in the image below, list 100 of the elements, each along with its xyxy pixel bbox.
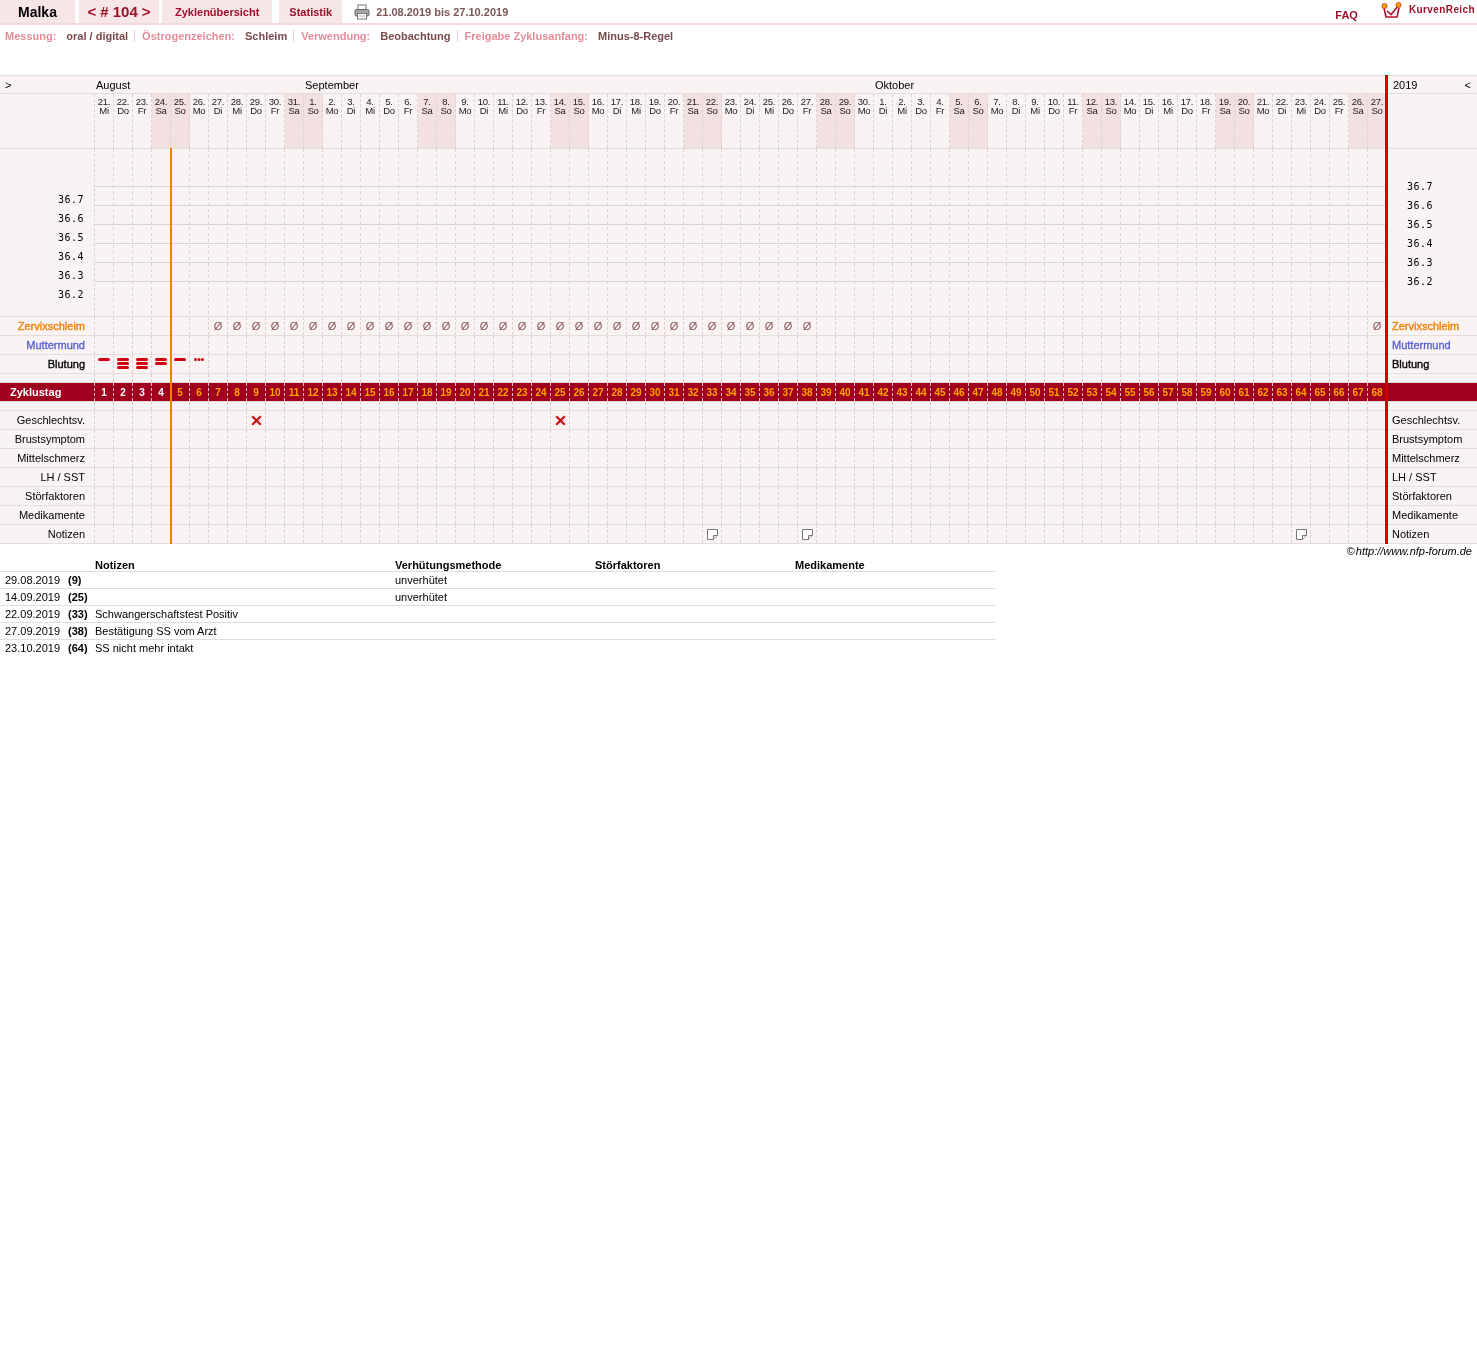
cycle-day-number: 12	[307, 386, 319, 398]
weekday-label: Fr	[1068, 106, 1078, 115]
previous-cycle-button[interactable]: <	[87, 3, 97, 20]
day-date: 25.	[1332, 97, 1346, 106]
day-date: 5.	[385, 97, 393, 106]
weekday-label: Do	[1048, 106, 1060, 115]
nav-tab[interactable]: Zyklenübersicht	[162, 0, 273, 23]
day-date: 22.	[705, 97, 719, 106]
mucus-symbol: Ø	[593, 320, 603, 332]
day-date: 27.	[1370, 97, 1384, 106]
weekday-label: Mi	[232, 106, 242, 115]
weekday-label: Sa	[554, 106, 566, 115]
setting-value: Beobachtung	[380, 30, 451, 42]
nav-tab[interactable]: Statistik	[279, 0, 343, 23]
row-label: Geschlechtsv.	[1392, 414, 1461, 426]
cycle-day-number: 50	[1029, 386, 1041, 398]
weekday-label: Di	[346, 106, 356, 115]
row-label: Störfaktoren	[25, 490, 85, 502]
temperature-label: 36.2	[1407, 275, 1434, 289]
day-date: 19.	[648, 97, 662, 106]
weekday-label: Di	[1277, 106, 1287, 115]
day-date: 4.	[366, 97, 374, 106]
weekday-label: Di	[213, 106, 223, 115]
day-date: 14.	[553, 97, 567, 106]
temperature-label: 36.4	[57, 249, 84, 264]
cycle-day-number: 67	[1352, 386, 1364, 398]
mucus-symbol: Ø	[460, 320, 470, 332]
day-date: 8.	[1012, 97, 1020, 106]
cycle-day-number: 47	[972, 386, 984, 398]
day-date: 15.	[1142, 97, 1156, 106]
cycle-day-number: 3	[139, 386, 145, 398]
setting-value: oral / digital	[66, 30, 129, 42]
printer-icon[interactable]	[354, 3, 371, 20]
cycle-day-number: 48	[991, 386, 1003, 398]
cycle-day-number: 8	[234, 386, 240, 398]
cycle-day-number: 61	[1238, 386, 1250, 398]
temperature-label: 36.3	[1407, 256, 1434, 270]
day-date: 19.	[1218, 97, 1232, 106]
cycle-day-number: 1	[101, 386, 107, 398]
setting-label: Messung:	[5, 30, 57, 42]
day-date: 28.	[230, 97, 244, 106]
temperature-label: 36.2	[57, 287, 84, 302]
cycle-day-number: 37	[782, 386, 794, 398]
weekday-label: Mo	[591, 106, 605, 115]
row-label: Störfaktoren	[1392, 490, 1452, 502]
setting-value: Schleim	[245, 30, 288, 42]
day-date: 12.	[515, 97, 529, 106]
weekday-label: Mo	[1123, 106, 1137, 115]
day-date: 8.	[442, 97, 450, 106]
day-date: 2.	[328, 97, 336, 106]
row-label: Notizen	[1392, 528, 1430, 540]
temperature-label: 36.4	[1407, 237, 1434, 251]
mucus-symbol: Ø	[726, 320, 736, 332]
note-date: 14.09.2019	[4, 591, 62, 603]
mucus-symbol: Ø	[327, 320, 337, 332]
faq-link[interactable]: FAQ	[1335, 9, 1358, 23]
mucus-symbol: Ø	[669, 320, 679, 332]
website-link[interactable]: http://www.nfp-forum.de	[1355, 545, 1472, 557]
mucus-symbol: Ø	[403, 320, 413, 332]
weekday-label: Fr	[1201, 106, 1211, 115]
column-header: Notizen	[95, 558, 136, 571]
weekday-label: Do	[1181, 106, 1193, 115]
day-date: 30.	[857, 97, 871, 106]
mucus-symbol: Ø	[612, 320, 622, 332]
day-date: 26.	[1351, 97, 1365, 106]
user-name-tab[interactable]: Malka	[0, 0, 75, 23]
day-date: 18.	[629, 97, 643, 106]
cycle-day-number: 56	[1143, 386, 1155, 398]
cycle-day-number: 25	[554, 386, 566, 398]
weekday-label: Mo	[458, 106, 472, 115]
cycle-day-number: 13	[326, 386, 338, 398]
brand-name[interactable]: KurvenReich	[1408, 0, 1475, 15]
weekday-label: Do	[383, 106, 395, 115]
weekday-label: Di	[1011, 106, 1021, 115]
logo-icon[interactable]	[1380, 2, 1402, 19]
weekday-label: Di	[1144, 106, 1154, 115]
row-label: Mittelschmerz	[1392, 452, 1460, 464]
next-cycle-button[interactable]: >	[141, 3, 151, 20]
scroll-left-button[interactable]: >	[5, 78, 12, 91]
setting-label: Freigabe Zyklusanfang:	[464, 30, 588, 42]
day-date: 26.	[781, 97, 795, 106]
weekday-label: Do	[250, 106, 262, 115]
scroll-right-button[interactable]: <	[1464, 78, 1471, 91]
weekday-label: Sa	[155, 106, 167, 115]
day-date: 29.	[838, 97, 852, 106]
row-label: Medikamente	[18, 509, 85, 521]
mucus-symbol: Ø	[631, 320, 641, 332]
day-date: 16.	[1161, 97, 1175, 106]
year-label: 2019	[1393, 78, 1418, 91]
mucus-symbol: Ø	[536, 320, 546, 332]
weekday-label: Do	[1314, 106, 1326, 115]
row-label: LH / SST	[1392, 471, 1437, 483]
cycle-day-number: 65	[1314, 386, 1326, 398]
weekday-label: Di	[878, 106, 888, 115]
cycle-day-number: 63	[1276, 386, 1288, 398]
row-label: Mittelschmerz	[17, 452, 85, 464]
note-text: Schwangerschaftstest Positiv	[95, 608, 240, 620]
day-date: 4.	[936, 97, 944, 106]
weekday-label: Mi	[99, 106, 109, 115]
cycle-day-number: 31	[668, 386, 680, 398]
